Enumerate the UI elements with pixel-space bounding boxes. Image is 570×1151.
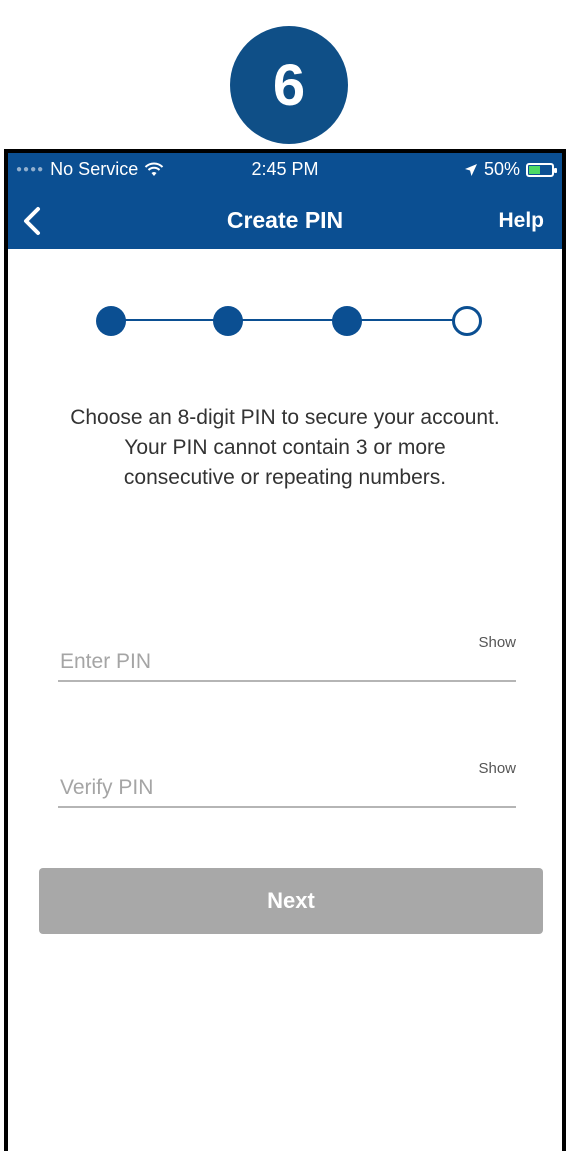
status-bar: ●●●● No Service 2:45 PM 50% [8,153,562,189]
location-arrow-icon [464,163,477,176]
help-link[interactable]: Help [498,209,544,233]
next-button[interactable]: Next [39,868,543,934]
nav-bar: Create PIN Help [8,193,562,249]
verify-pin-input[interactable] [60,776,420,800]
battery-icon [526,162,557,177]
step-dot-2 [213,306,243,336]
status-right: 50% [464,159,557,180]
step-dot-4 [452,306,482,336]
step-dot-3 [332,306,362,336]
enter-pin-input[interactable] [60,650,420,674]
phone-screen: ●●●● No Service 2:45 PM 50% Create PIN H… [4,149,566,1151]
enter-pin-field: Show [58,630,516,682]
progress-stepper [96,301,486,341]
verify-pin-field: Show [58,756,516,808]
battery-fill [529,165,540,174]
enter-pin-show-toggle[interactable]: Show [478,634,516,651]
step-dot-1 [96,306,126,336]
step-number-badge: 6 [230,26,348,144]
pin-instructions: Choose an 8-digit PIN to secure your acc… [70,406,500,489]
stepper-line [114,319,468,321]
battery-percent: 50% [483,159,520,179]
verify-pin-show-toggle[interactable]: Show [478,760,516,777]
app-header: ●●●● No Service 2:45 PM 50% Create PIN H… [8,153,562,249]
page-title: Create PIN [226,207,344,233]
